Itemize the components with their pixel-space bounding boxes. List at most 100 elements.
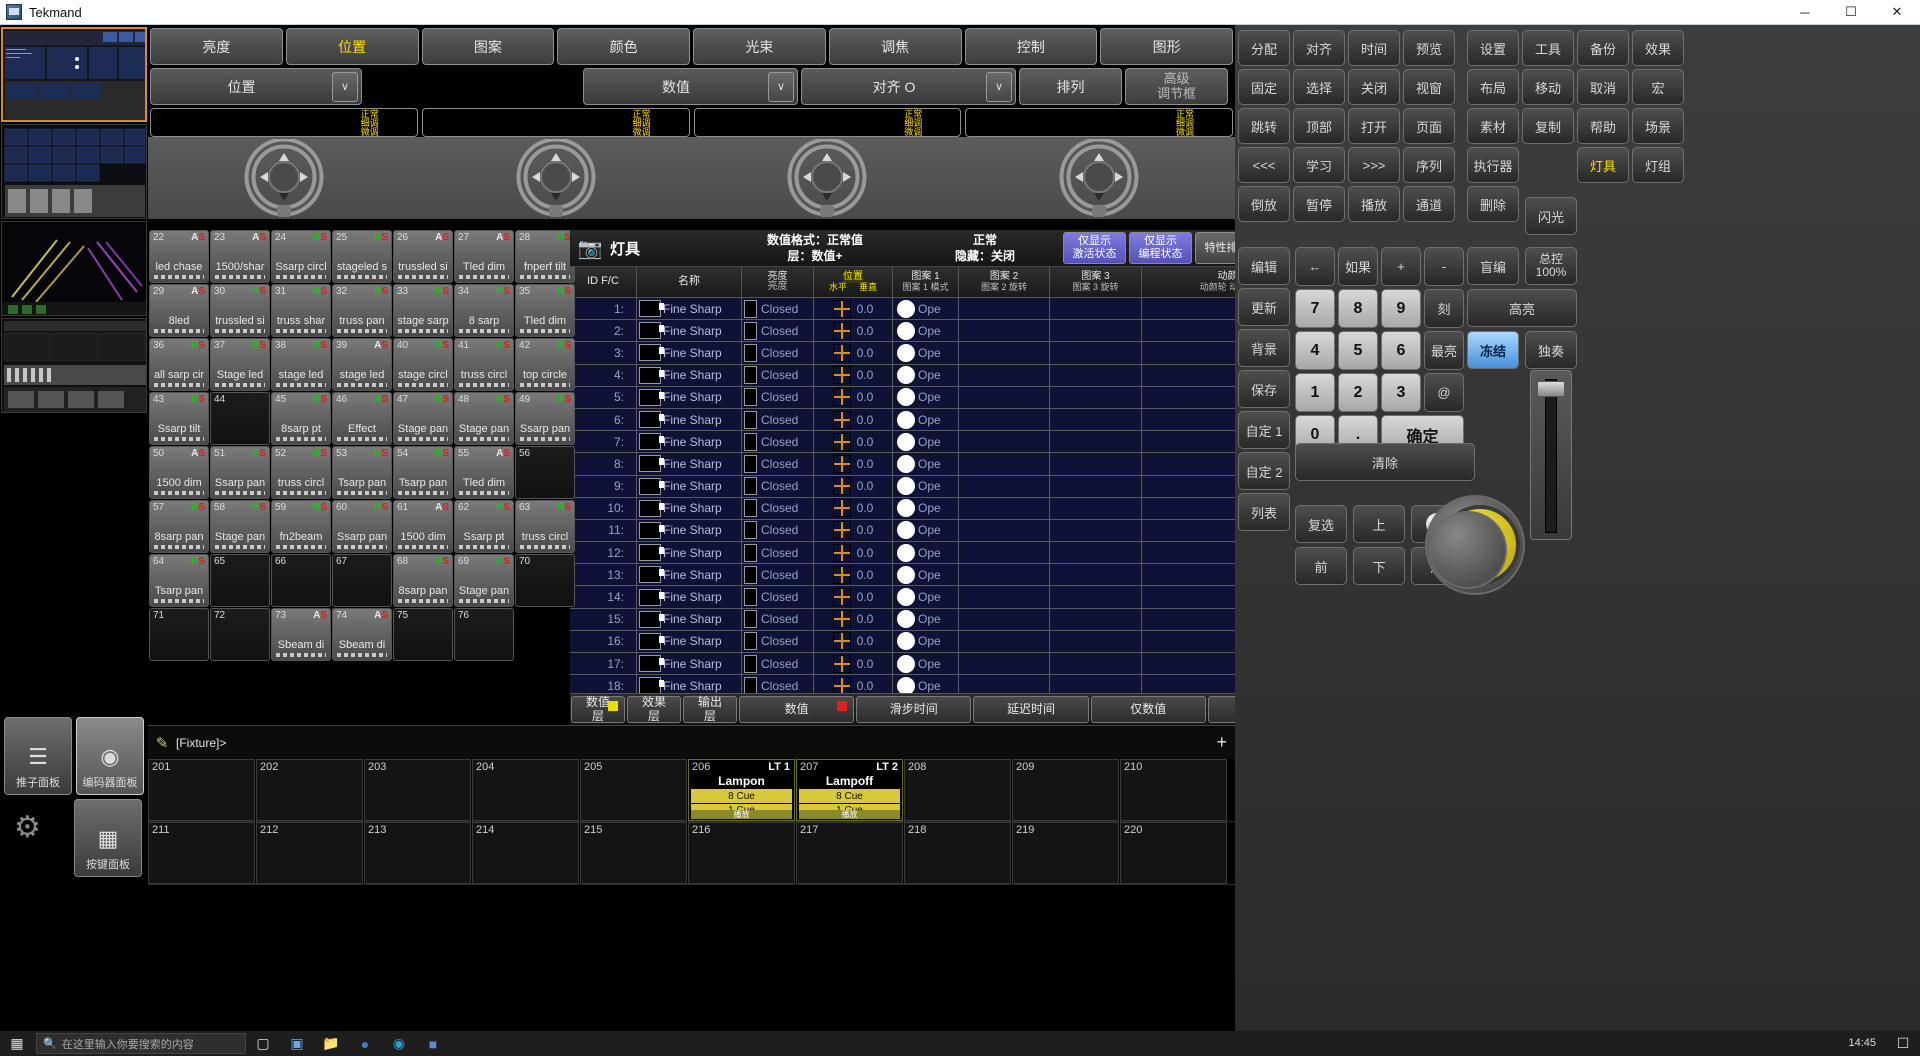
executor-cell[interactable]: 209 [1012,759,1119,821]
fader-panel-button[interactable]: ☰ 推子面板 [4,717,72,795]
numpad-key-6[interactable]: 6 [1381,331,1421,370]
command-line[interactable]: ✎ [Fixture]> + [148,725,1235,759]
task-view-icon[interactable]: ▢ [246,1035,280,1052]
fixture-group-cell[interactable]: 48 RS Stage pan [454,392,514,445]
encoder-bar-2[interactable]: 正常 细调 微调 [421,108,690,137]
command-key-执行器[interactable]: 执行器 [1467,147,1519,183]
advanced-panel-button[interactable]: 高级 调节框 [1125,68,1228,105]
taskbar-clock[interactable]: 14:45 [1848,1037,1876,1049]
command-key-布局[interactable]: 布局 [1467,69,1519,105]
fixture-group-cell[interactable]: 76 [454,608,514,661]
tab-control[interactable]: 控制 [964,28,1098,65]
sheet-footer-button[interactable]: 输出层 [683,696,737,723]
command-key-打开[interactable]: 打开 [1348,108,1400,144]
command-key-宏[interactable]: 宏 [1632,69,1684,105]
up-button[interactable]: 上 [1353,505,1405,543]
tab-dimmer[interactable]: 亮度 [150,28,283,65]
sheet-footer-button[interactable]: 数值 [739,696,855,723]
freeze-button[interactable]: 冻结 [1467,331,1519,369]
col-dimmer[interactable]: 亮度 亮度 [742,267,814,297]
executor-cell[interactable]: 215 [580,822,687,884]
sheet-footer-button[interactable]: 滑步时间 [856,696,972,723]
fixture-group-cell[interactable]: 39 AS stage led [332,338,392,391]
tab-beam[interactable]: 光束 [693,28,826,65]
fixture-group-cell[interactable]: 74 AS Sbeam di [332,608,392,661]
numpad-key-4[interactable]: 4 [1295,331,1335,370]
fixture-group-cell[interactable]: 64 RS Tsarp pan [149,554,209,607]
fixture-group-cell[interactable]: 54 RS Tsarp pan [393,446,453,499]
taskbar-app-5[interactable]: ■ [416,1036,450,1052]
command-key-场景[interactable]: 场景 [1632,108,1684,144]
command-key-复制[interactable]: 复制 [1522,108,1574,144]
col-gobo1[interactable]: 图案 1 图案 1 模式 [893,267,959,297]
taskbar-app-2[interactable]: 📁 [314,1035,348,1052]
fixture-group-cell[interactable]: 68 RS 8sarp pan [393,554,453,607]
command-key-序列[interactable]: 序列 [1403,147,1455,183]
table-row[interactable]: 11: Fine Sharp Closed 0.0 Ope [570,519,1324,543]
table-row[interactable]: 15: Fine Sharp Closed 0.0 Ope [570,608,1324,631]
encoder-bar-1[interactable]: 正常 细调 微调 [150,108,418,137]
taskbar-app-4[interactable]: ◉ [382,1035,416,1052]
command-key-备份[interactable]: 备份 [1577,30,1629,66]
executor-cell[interactable]: 207LT 2Lampoff8 Cue1 Cue播放 [796,759,903,821]
secondary-wheel[interactable] [1429,511,1507,589]
command-key-保存[interactable]: 保存 [1238,370,1290,408]
command-key-背景[interactable]: 背景 [1238,329,1290,367]
executor-cell[interactable]: 212 [256,822,363,884]
table-row[interactable]: 2: Fine Sharp Closed 0.0 Ope [570,320,1324,343]
numpad-key-3[interactable]: 3 [1381,373,1421,412]
col-gobo3[interactable]: 图案 3 图案 3 旋转 [1050,267,1142,297]
fixture-group-cell[interactable]: 24 RS Ssarp circl [271,230,331,283]
encoder-panel-button[interactable]: ◉ 编码器面板 [76,717,144,795]
executor-cell[interactable]: 213 [364,822,471,884]
arrange-button[interactable]: 排列 [1019,68,1122,105]
fixture-group-cell[interactable]: 36 RS all sarp cir [149,338,209,391]
command-key-列表[interactable]: 列表 [1238,493,1290,531]
executor-cell[interactable]: 203 [364,759,471,821]
command-key-灯具[interactable]: 灯具 [1577,147,1629,183]
fixture-group-cell[interactable]: 58 RS Stage pan [210,500,270,553]
numpad-key-←[interactable]: ← [1295,247,1335,286]
command-key-跳转[interactable]: 跳转 [1238,108,1290,144]
fixture-group-cell[interactable]: 31 RS truss shar [271,284,331,337]
command-key-编辑[interactable]: 编辑 [1238,247,1290,285]
col-gobo2[interactable]: 图案 2 图案 2 旋转 [959,267,1050,297]
fixture-group-cell[interactable]: 37 RS Stage led [210,338,270,391]
fixture-group-cell[interactable]: 42 RS top circle [515,338,575,391]
fixture-group-cell[interactable]: 61 AS 1500 dim [393,500,453,553]
command-key-工具[interactable]: 工具 [1522,30,1574,66]
fixture-group-cell[interactable]: 28 RS fnperf tilt [515,230,575,283]
encoder-bar-4[interactable]: 正常 细调 微调 [965,108,1233,137]
table-row[interactable]: 4: Fine Sharp Closed 0.0 Ope [570,364,1324,387]
command-key-移动[interactable]: 移动 [1522,69,1574,105]
fixture-group-cell[interactable]: 43 RS Ssarp tilt [149,392,209,445]
encoder-wheel-4[interactable] [1056,137,1142,219]
fixture-group-cell[interactable]: 59 RS fn2beam [271,500,331,553]
numpad-key-如果[interactable]: 如果 [1338,247,1378,286]
fixture-group-cell[interactable]: 71 [149,608,209,661]
numpad-key--[interactable]: - [1424,247,1464,286]
show-active-only-button[interactable]: 仅显示 激活状态 [1063,232,1126,264]
fixture-group-cell[interactable]: 66 [271,554,331,607]
fixture-group-cell[interactable]: 73 AS Sbeam di [271,608,331,661]
encoder-wheel-1[interactable] [241,137,327,219]
fixture-group-cell[interactable]: 62 RS Ssarp pt [454,500,514,553]
fixture-group-cell[interactable]: 56 [515,446,575,499]
table-row[interactable]: 5: Fine Sharp Closed 0.0 Ope [570,386,1324,409]
grandmaster-fader[interactable] [1530,370,1572,540]
table-row[interactable]: 3: Fine Sharp Closed 0.0 Ope [570,342,1324,365]
table-row[interactable]: 9: Fine Sharp Closed 0.0 Ope [570,475,1324,498]
fixture-group-cell[interactable]: 35 RS Tled dim [515,284,575,337]
chevron-down-icon[interactable]: ∨ [332,71,358,102]
fixture-group-cell[interactable]: 52 RS truss circl [271,446,331,499]
fixture-group-cell[interactable]: 23 AS 1500/shar [210,230,270,283]
sheet-footer-button[interactable]: 效果层 [627,696,681,723]
tab-focus[interactable]: 调焦 [828,28,962,65]
numpad-key-最亮[interactable]: 最亮 [1424,331,1464,370]
table-row[interactable]: 18: Fine Sharp Closed 0.0 Ope [570,675,1324,693]
fixture-group-cell[interactable]: 30 RS trussled si [210,284,270,337]
fixture-group-cell[interactable]: 67 [332,554,392,607]
table-row[interactable]: 1: Fine Sharp Closed 0.0 Ope [570,298,1324,321]
numpad-key-@[interactable]: @ [1424,373,1464,412]
fixture-group-cell[interactable]: 69 RS Stage pan [454,554,514,607]
